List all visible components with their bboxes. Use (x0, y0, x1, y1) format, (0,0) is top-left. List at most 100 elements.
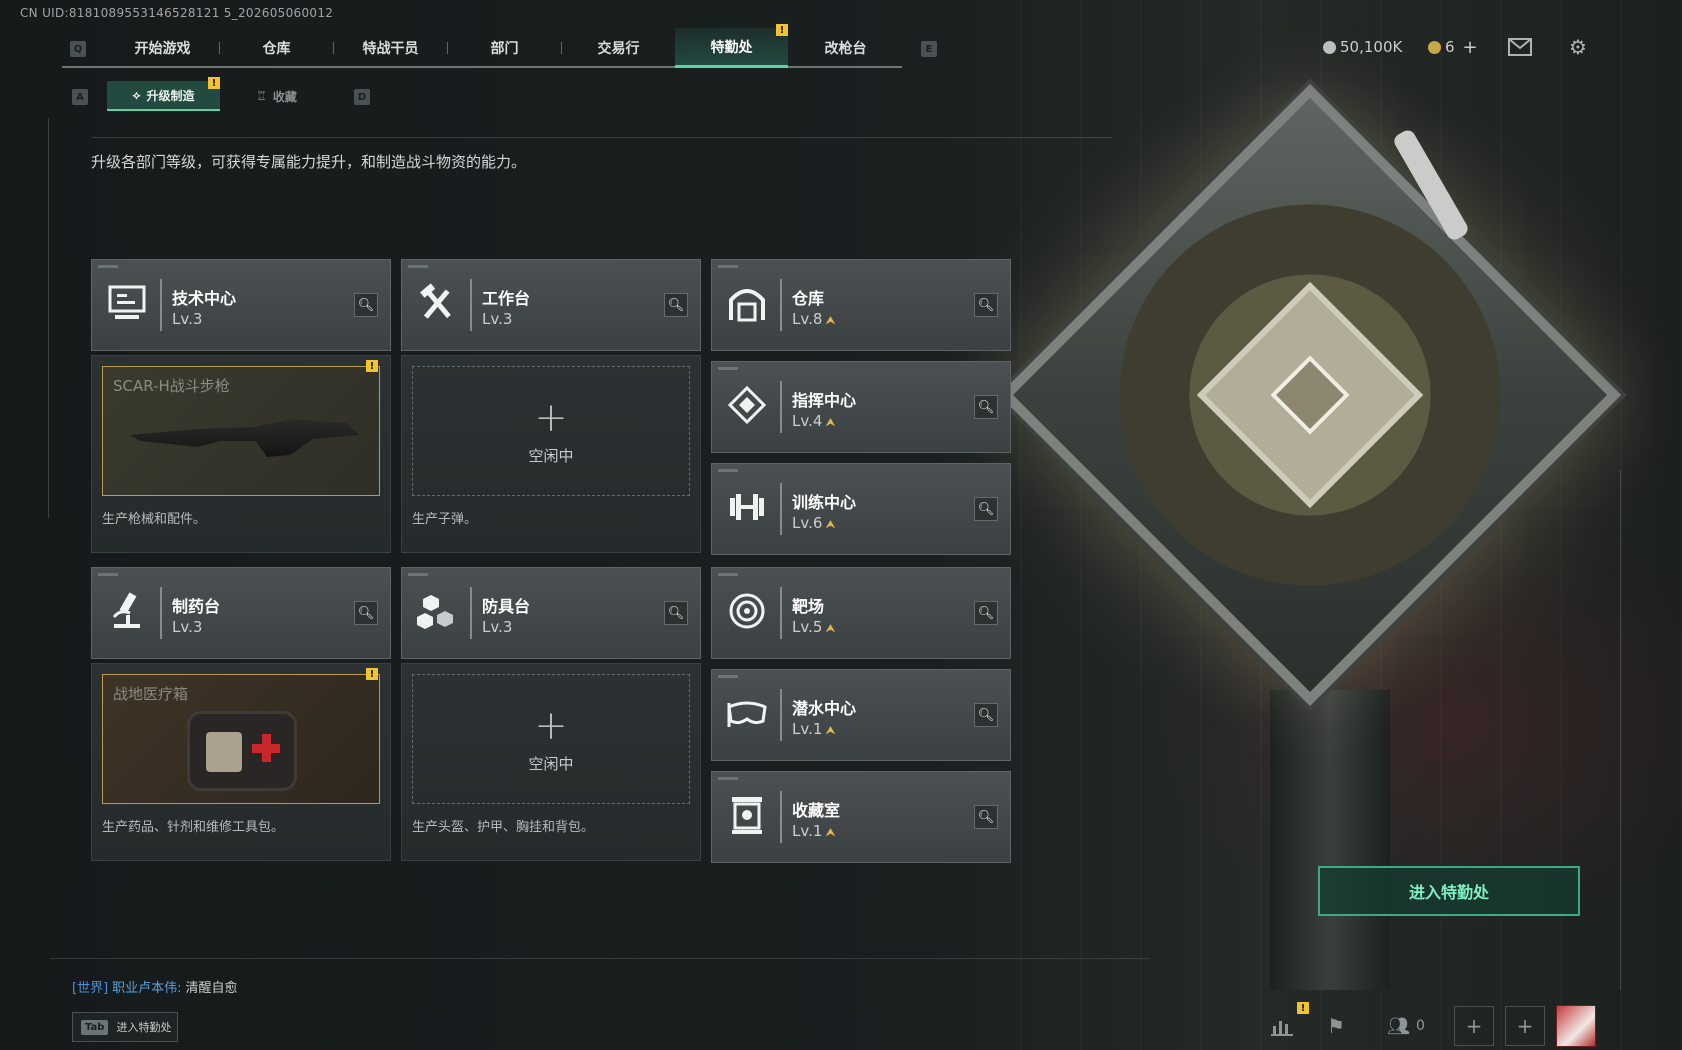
dept-card-diving-center[interactable]: 潜水中心 Lv.1 ⮝ 🔍︎ (711, 669, 1011, 761)
card-corner-mark (408, 265, 428, 268)
production-alert-badge: ! (366, 668, 378, 680)
tab-operators[interactable]: 特战干员 (334, 28, 447, 68)
dept-name: 潜水中心 (792, 699, 857, 718)
plus-icon: + (534, 395, 568, 441)
production-description: 生产头盔、护甲、胸挂和背包。 (412, 820, 595, 835)
search-icon[interactable]: 🔍︎ (974, 395, 998, 419)
card-corner-mark (718, 675, 738, 678)
stats-icon[interactable] (1262, 1006, 1302, 1046)
tab-trading[interactable]: 交易行 (562, 28, 675, 68)
production-slot-armor-bench[interactable]: + 空闲中 生产头盔、护甲、胸挂和背包。 (401, 663, 701, 861)
dept-level: Lv.1 ⮝ (792, 720, 836, 738)
dumbbell-icon (724, 484, 770, 530)
subtab-collection[interactable]: ♖ 收藏 (220, 81, 333, 111)
search-icon[interactable]: 🔍︎ (664, 293, 688, 317)
tab-shortcut-hint[interactable]: Tab 进入特勤处 (72, 1012, 178, 1042)
card-corner-mark (718, 265, 738, 268)
subnav-next-key[interactable]: D (354, 89, 370, 105)
gear-icon[interactable]: ⚙ (1565, 34, 1591, 60)
production-item-medkit[interactable]: 战地医疗箱 (102, 674, 380, 804)
nav-prev-key[interactable]: Q (70, 41, 86, 57)
add-slot-button[interactable]: + (1505, 1006, 1545, 1046)
dept-level: Lv.6 ⮝ (792, 514, 836, 532)
dept-card-shooting-range[interactable]: 靶场 Lv.5 ⮝ 🔍︎ (711, 567, 1011, 659)
dept-card-armor-bench[interactable]: 防具台 Lv.3 🔍︎ (401, 567, 701, 659)
subtab-label: 升级制造 (146, 88, 195, 103)
friends-count: 0 (1415, 1018, 1425, 1034)
production-item-rifle[interactable]: SCAR-H战斗步枪 (102, 366, 380, 496)
garage-icon (724, 280, 770, 326)
card-separator (780, 483, 782, 535)
subtab-alert-badge: ! (208, 77, 220, 89)
production-description: 生产子弹。 (412, 512, 478, 527)
card-corner-mark (718, 367, 738, 370)
search-icon[interactable]: 🔍︎ (664, 601, 688, 625)
card-corner-mark (718, 777, 738, 780)
nav-next-key[interactable]: E (921, 41, 937, 57)
tab-gunsmith[interactable]: 改枪台 (789, 28, 902, 68)
dept-card-training-center[interactable]: 训练中心 Lv.6 ⮝ 🔍︎ (711, 463, 1011, 555)
search-icon[interactable]: 🔍︎ (354, 601, 378, 625)
search-icon[interactable]: 🔍︎ (974, 703, 998, 727)
idle-slot[interactable]: + 空闲中 (412, 674, 690, 804)
coin-balance[interactable]: 50,100K (1323, 36, 1402, 58)
friends-button[interactable]: 👥︎ 0 (1380, 1006, 1432, 1046)
chat-speaker: 职业卢本伟: (112, 981, 182, 996)
subtab-upgrade-craft[interactable]: ⟡ 升级制造 (107, 81, 220, 111)
production-item-title: 战地医疗箱 (113, 685, 189, 703)
dept-level: Lv.8 ⮝ (792, 310, 836, 328)
dept-name: 制药台 (172, 597, 221, 616)
production-description: 生产药品、针剂和维修工具包。 (102, 820, 285, 835)
monitor-icon (104, 280, 150, 326)
idle-slot[interactable]: + 空闲中 (412, 366, 690, 496)
production-slot-pharmacy[interactable]: 战地医疗箱 ! 生产药品、针剂和维修工具包。 (91, 663, 391, 861)
dept-card-command-center[interactable]: 指挥中心 Lv.4 ⮝ 🔍︎ (711, 361, 1011, 453)
dept-name: 训练中心 (792, 493, 857, 512)
tab-warehouse[interactable]: 仓库 (220, 28, 333, 68)
token-balance[interactable]: 6 + (1428, 36, 1478, 58)
card-corner-mark (718, 469, 738, 472)
idle-status: 空闲中 (528, 755, 574, 773)
tab-special-ops[interactable]: 特勤处 (675, 28, 788, 68)
add-slot-button[interactable]: + (1454, 1006, 1494, 1046)
dept-card-pharmacy[interactable]: 制药台 Lv.3 🔍︎ (91, 567, 391, 659)
subtab-label: 收藏 (272, 89, 297, 104)
production-slot-workbench[interactable]: + 空闲中 生产子弹。 (401, 355, 701, 553)
upgrade-arrow-icon: ⮝ (825, 621, 836, 635)
dept-card-warehouse[interactable]: 仓库 Lv.8 ⮝ 🔍︎ (711, 259, 1011, 351)
upgrade-arrow-icon: ⮝ (825, 313, 836, 327)
coin-amount: 50,100K (1340, 38, 1403, 56)
card-separator (780, 587, 782, 639)
tab-department[interactable]: 部门 (448, 28, 561, 68)
search-icon[interactable]: 🔍︎ (974, 293, 998, 317)
world-chat-line[interactable]: [世界] 职业卢本伟: 清醒自愈 (72, 977, 238, 996)
card-separator (160, 279, 162, 331)
card-separator (780, 689, 782, 741)
search-icon[interactable]: 🔍︎ (354, 293, 378, 317)
add-token-button[interactable]: + (1463, 37, 1478, 58)
dept-card-workbench[interactable]: 工作台 Lv.3 🔍︎ (401, 259, 701, 351)
hammer-wrench-icon (414, 280, 460, 326)
production-slot-tech-center[interactable]: SCAR-H战斗步枪 ! 生产枪械和配件。 (91, 355, 391, 553)
enter-special-ops-button[interactable]: 进入特勤处 (1318, 866, 1580, 916)
cube-pillar (1270, 690, 1390, 990)
idle-status: 空闲中 (528, 447, 574, 465)
dept-name: 指挥中心 (792, 391, 857, 410)
card-corner-mark (98, 265, 118, 268)
plus-icon: + (534, 703, 568, 749)
upgrade-arrow-icon: ⮝ (825, 723, 836, 737)
avatar[interactable] (1556, 1005, 1596, 1047)
dept-level: Lv.3 (482, 618, 513, 636)
search-icon[interactable]: 🔍︎ (974, 497, 998, 521)
dept-card-tech-center[interactable]: 技术中心 Lv.3 🔍︎ (91, 259, 391, 351)
mail-icon[interactable] (1507, 34, 1533, 60)
subnav-prev-key[interactable]: A (72, 89, 88, 105)
dept-card-collection-room[interactable]: 收藏室 Lv.1 ⮝ 🔍︎ (711, 771, 1011, 863)
craft-icon: ⟡ (132, 87, 141, 102)
search-icon[interactable]: 🔍︎ (974, 601, 998, 625)
search-icon[interactable]: 🔍︎ (974, 805, 998, 829)
flag-icon[interactable]: ⚑ (1316, 1006, 1356, 1046)
dept-name: 仓库 (792, 289, 825, 308)
production-alert-badge: ! (366, 360, 378, 372)
tab-start-game[interactable]: 开始游戏 (106, 28, 219, 68)
